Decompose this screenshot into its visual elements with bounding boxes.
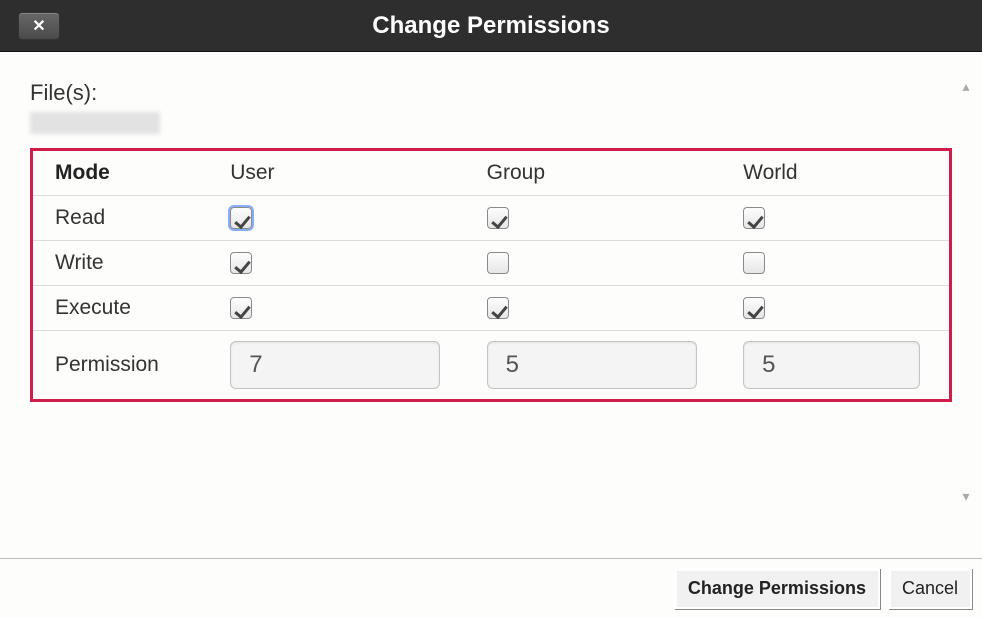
change-permissions-button[interactable]: Change Permissions [674, 568, 880, 609]
checkbox-write-world[interactable] [743, 252, 765, 274]
files-label: File(s): [30, 80, 952, 106]
label-read: Read [33, 196, 216, 241]
row-write: Write [33, 241, 949, 286]
dialog-titlebar: ✕ Change Permissions [0, 0, 982, 52]
checkbox-read-group[interactable] [487, 207, 509, 229]
checkbox-execute-user[interactable] [230, 297, 252, 319]
row-execute: Execute [33, 286, 949, 331]
table-header-row: Mode User Group World [33, 151, 949, 196]
checkbox-read-user[interactable] [230, 207, 252, 229]
scroll-up-icon[interactable]: ▴ [956, 76, 976, 96]
checkbox-read-world[interactable] [743, 207, 765, 229]
permissions-highlight-box: Mode User Group World Read Write Execute [30, 148, 952, 402]
cancel-button[interactable]: Cancel [888, 568, 972, 609]
row-permission: Permission [33, 331, 949, 400]
header-user: User [216, 151, 472, 196]
dialog-footer: Change Permissions Cancel [0, 558, 982, 618]
header-world: World [729, 151, 949, 196]
label-permission: Permission [33, 331, 216, 400]
checkbox-write-user[interactable] [230, 252, 252, 274]
permission-user-input[interactable] [230, 341, 440, 389]
files-list-redacted [30, 112, 160, 134]
checkbox-execute-world[interactable] [743, 297, 765, 319]
permission-world-input[interactable] [743, 341, 920, 389]
dialog-title: Change Permissions [0, 12, 982, 40]
close-icon: ✕ [32, 16, 45, 36]
label-write: Write [33, 241, 216, 286]
close-button[interactable]: ✕ [18, 12, 60, 40]
permission-group-input[interactable] [487, 341, 697, 389]
row-read: Read [33, 196, 949, 241]
scroll-down-icon[interactable]: ▾ [956, 486, 976, 506]
header-group: Group [473, 151, 729, 196]
checkbox-execute-group[interactable] [487, 297, 509, 319]
permissions-table: Mode User Group World Read Write Execute [33, 151, 949, 399]
checkbox-write-group[interactable] [487, 252, 509, 274]
header-mode: Mode [33, 151, 216, 196]
label-execute: Execute [33, 286, 216, 331]
dialog-content: File(s): Mode User Group World Read Writ… [0, 52, 982, 412]
